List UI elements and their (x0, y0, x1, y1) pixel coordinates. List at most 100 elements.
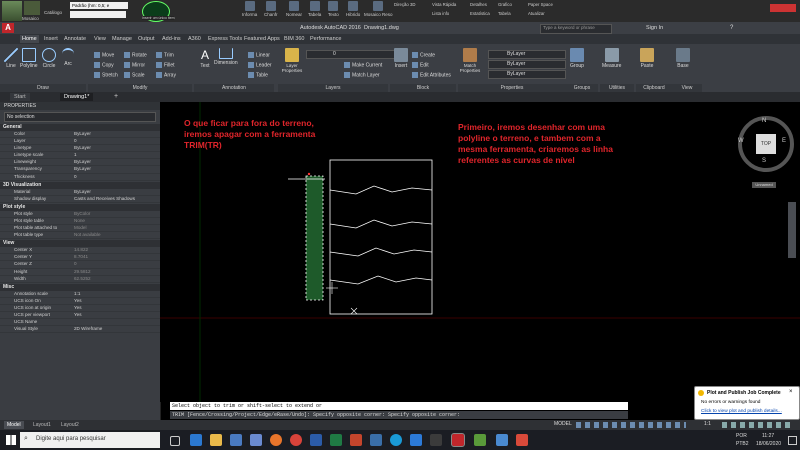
property-row[interactable]: Width 62.5252 (0, 276, 160, 283)
plugin-btn-mosaico[interactable]: Mosaico Reso (364, 1, 393, 21)
right-item-3[interactable]: Grafico (498, 2, 512, 7)
property-row[interactable]: Linetype ByLayer (0, 145, 160, 153)
property-value[interactable]: 29.5812 (74, 269, 160, 275)
viewcube-top-face[interactable]: TOP (756, 134, 776, 154)
annotation-scale[interactable]: 1:1 (704, 421, 711, 427)
style-dropdown-2[interactable] (70, 11, 126, 18)
block-panel-title[interactable]: Block (390, 84, 456, 92)
property-row[interactable]: UCS icon at origin Yes (0, 305, 160, 312)
tray-time[interactable]: 11:27 (762, 433, 774, 439)
powerpoint-icon[interactable] (350, 434, 362, 446)
property-value[interactable]: 14.822 (74, 247, 160, 253)
plugin-btn-hibrido[interactable]: Hibrido (346, 1, 360, 21)
property-value[interactable]: Yes (74, 305, 160, 311)
tab-view[interactable]: View (92, 35, 108, 43)
make-current-button[interactable]: Make Current (344, 62, 382, 68)
text-button[interactable]: A Text (198, 48, 212, 69)
property-value[interactable]: 0 (74, 174, 160, 180)
property-value[interactable]: 0 (74, 138, 160, 144)
new-tab-plus-icon[interactable]: + (114, 93, 118, 100)
polyline-button[interactable]: Polyline (20, 48, 38, 69)
property-row[interactable]: Center X 14.822 (0, 247, 160, 255)
property-value[interactable]: ByColor (74, 211, 160, 217)
hatch-strip[interactable] (305, 175, 324, 301)
edge-icon[interactable] (190, 434, 202, 446)
measure-button[interactable]: Measure (602, 48, 621, 69)
autocad-logo[interactable]: A (2, 23, 14, 33)
circle-button[interactable]: Circle (42, 48, 56, 69)
stretch-button[interactable]: Stretch (94, 72, 118, 78)
draw-panel-title[interactable]: Draw (0, 84, 86, 92)
property-section-header[interactable]: Plot style (0, 203, 160, 211)
excel-icon[interactable] (330, 434, 342, 446)
property-row[interactable]: Plot style ByColor (0, 211, 160, 218)
mail-icon[interactable] (250, 434, 262, 446)
rotate-button[interactable]: Rotate (124, 52, 147, 58)
property-value[interactable]: ByLayer (74, 131, 160, 137)
app-icon-3[interactable] (410, 434, 422, 446)
store-icon[interactable] (230, 434, 242, 446)
dimension-button[interactable]: Dimension (214, 48, 238, 66)
property-value[interactable]: ByLayer (74, 145, 160, 151)
plugin-btn-tabela[interactable]: Tabela (308, 1, 321, 21)
property-value[interactable]: Model (74, 225, 160, 231)
property-value[interactable]: None (74, 218, 160, 224)
compass-s[interactable]: S (762, 158, 766, 164)
edit-block-button[interactable]: Edit (412, 62, 429, 68)
tab-annotate[interactable]: Annotate (62, 35, 88, 43)
create-block-button[interactable]: Create (412, 52, 435, 58)
compass-n[interactable]: N (762, 118, 766, 124)
drawing-canvas[interactable]: O que ficar para fora do terreno, iremos… (160, 102, 800, 402)
right-item-4[interactable]: Paper Space (528, 2, 553, 7)
fillet-button[interactable]: Fillet (156, 62, 175, 68)
modify-panel-title[interactable]: Modify (88, 84, 192, 92)
property-row[interactable]: Lineweight ByLayer (0, 159, 160, 167)
property-value[interactable]: ByLayer (74, 189, 160, 195)
layer-properties-button[interactable]: Layer Properties (282, 48, 302, 73)
property-value[interactable]: 1 (74, 152, 160, 158)
contour-line-3[interactable] (329, 247, 433, 257)
notification-center-icon[interactable] (788, 436, 797, 445)
navigation-bar[interactable] (788, 202, 796, 258)
property-section-header[interactable]: Misc (0, 283, 160, 291)
property-value[interactable]: 62.5252 (74, 276, 160, 282)
contour-line-4[interactable] (329, 275, 433, 285)
plugin-btn-nomear[interactable]: Nomear (286, 1, 302, 21)
notification-close-icon[interactable]: × (789, 389, 793, 395)
windows-start-icon[interactable] (6, 435, 16, 445)
view-panel-title[interactable]: View (672, 84, 702, 92)
property-section-header[interactable]: View (0, 240, 160, 248)
tray-date[interactable]: 18/06/2020 (756, 441, 781, 447)
trim-button[interactable]: Trim (156, 52, 174, 58)
terrain-boundary[interactable] (329, 159, 433, 315)
property-value[interactable]: 0 (74, 261, 160, 267)
clipboard-panel-title[interactable]: Clipboard (636, 84, 672, 92)
notification-details-link[interactable]: Click to view plot and publish details..… (701, 409, 782, 414)
array-button[interactable]: Array (156, 72, 176, 78)
property-row[interactable]: UCS Name (0, 319, 160, 327)
file-explorer-icon[interactable] (210, 434, 222, 446)
app-icon-5[interactable] (474, 434, 486, 446)
keyword-search[interactable]: Type a keyword or phrase (540, 24, 612, 34)
layers-panel-title[interactable]: Layers (278, 84, 388, 92)
plot-publish-notification[interactable]: Plot and Publish Job Complete × No error… (694, 386, 800, 420)
property-row[interactable]: Plot style table None (0, 218, 160, 226)
contour-line-2[interactable] (329, 219, 433, 229)
app-icon-6[interactable] (496, 434, 508, 446)
property-value[interactable]: Yes (74, 312, 160, 318)
wcs-menu[interactable]: Unnamed (752, 182, 776, 188)
edit-attributes-button[interactable]: Edit Attributes (412, 72, 451, 78)
line-button[interactable]: Line (4, 48, 18, 69)
property-value[interactable]: Yes (74, 298, 160, 304)
property-section-header[interactable]: 3D Visualization (0, 181, 160, 189)
tab-express-tools[interactable]: Express Tools (206, 35, 244, 43)
property-value[interactable]: 8.7041 (74, 254, 160, 260)
right-item-1[interactable]: Vista Rápida (432, 2, 456, 7)
group-button[interactable]: Group (570, 48, 584, 69)
property-row[interactable]: Center Y 8.7041 (0, 254, 160, 262)
property-value[interactable] (74, 319, 160, 325)
property-row[interactable]: UCS per viewport Yes (0, 312, 160, 320)
status-toggles[interactable] (576, 422, 686, 428)
selection-dropdown[interactable]: No selection (4, 112, 156, 122)
viewcube[interactable]: TOP N S E W (738, 116, 794, 172)
